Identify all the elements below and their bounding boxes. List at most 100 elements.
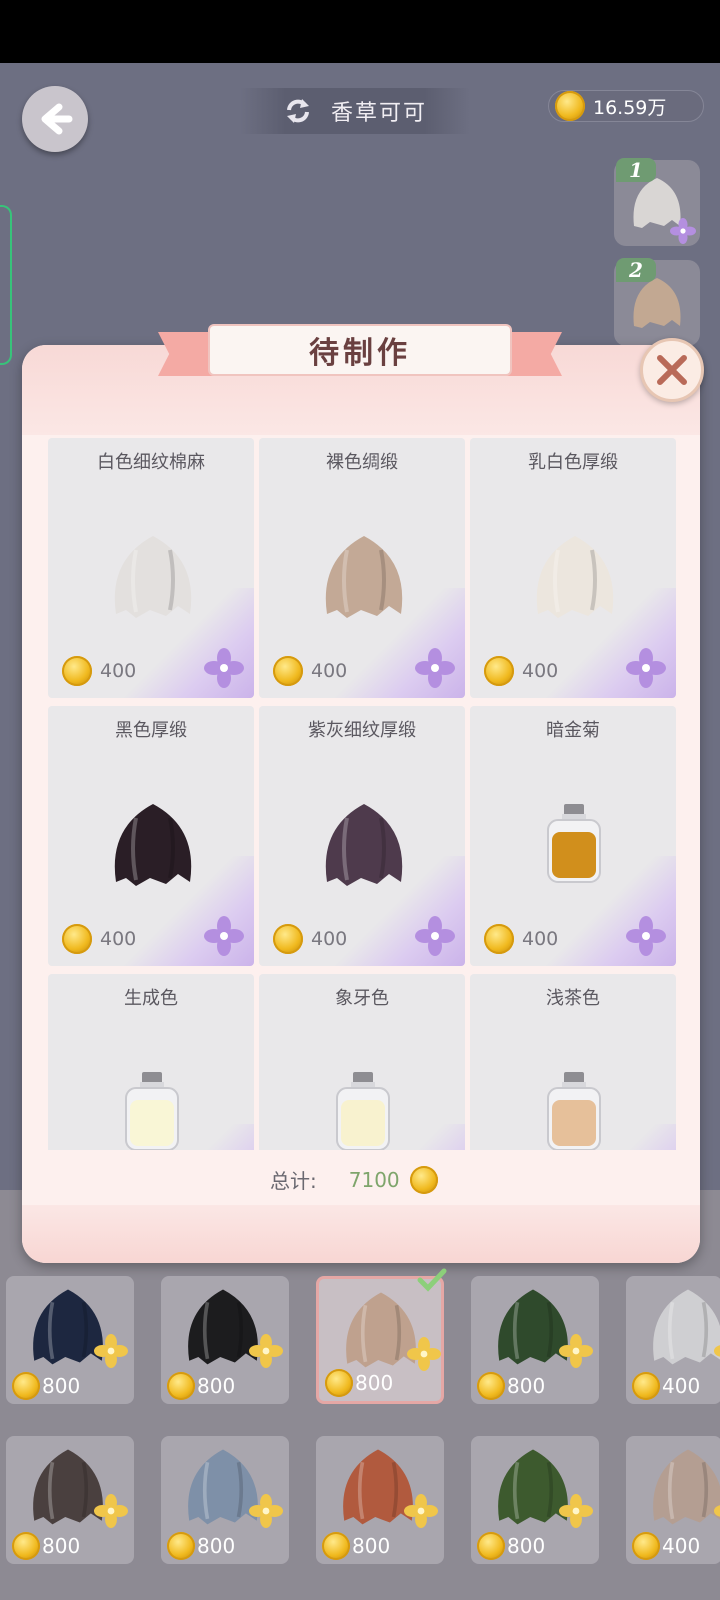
shop-price-value: 800 [197,1374,236,1398]
item-name: 裸色绸缎 [326,452,398,473]
shop-price-value: 800 [507,1534,546,1558]
item-price: 400 [273,924,347,954]
gold-flower-icon [407,1337,441,1371]
item-price: 400 [273,656,347,686]
queue-number-badge: 1 [616,158,656,182]
total-label: 总计: [270,1169,317,1193]
item-price-value: 400 [311,928,348,950]
item-card[interactable]: 暗金菊 400 [470,706,676,966]
side-tab[interactable] [0,205,12,365]
gold-coin-icon [273,656,303,686]
fabric-icon [106,798,200,890]
gold-coin-icon [484,924,514,954]
item-name: 乳白色厚缎 [528,452,618,473]
gold-coin-icon [12,1532,40,1560]
item-card[interactable]: 裸色绸缎 400 [259,438,465,698]
item-price-value: 400 [100,928,137,950]
shop-price-value: 800 [42,1374,81,1398]
item-card[interactable]: 乳白色厚缎 400 [470,438,676,698]
item-grid[interactable]: 白色细纹棉麻 400 裸色绸缎 400 乳白色厚缎 400 黑色厚缎 400 紫… [48,438,677,1150]
gold-coin-icon [273,924,303,954]
shop-price-value: 800 [197,1534,236,1558]
queue-slot-1[interactable]: 1 [614,158,700,246]
purple-flower-icon [670,218,696,244]
shop-price-value: 800 [42,1534,81,1558]
dye-bottle-icon [331,1070,395,1150]
purple-flower-icon [204,916,244,956]
item-price-value: 400 [522,928,559,950]
item-card[interactable]: 黑色厚缎 400 [48,706,254,966]
gold-coin-icon [555,91,585,121]
item-name: 生成色 [124,988,178,1009]
item-name: 紫灰细纹厚缎 [308,720,416,741]
gold-flower-icon [249,1494,283,1528]
fabric-icon [644,1284,720,1368]
back-arrow-icon [41,103,73,135]
fabric-icon [528,530,622,622]
shop-fabric-item[interactable]: 400 [626,1436,720,1564]
gold-flower-icon [94,1334,128,1368]
shop-price: 400 [632,1532,700,1560]
shop-price-value: 800 [352,1534,391,1558]
purple-flower-icon [415,648,455,688]
shop-fabric-item[interactable]: 800 [316,1268,447,1404]
purple-flower-icon [415,916,455,956]
fabric-icon [106,530,200,622]
item-name: 浅茶色 [546,988,600,1009]
shop-fabric-item[interactable]: 800 [6,1276,134,1404]
customer-name: 香草可可 [330,101,427,126]
item-card[interactable]: 生成色 [48,974,254,1150]
gold-coin-icon [322,1532,350,1560]
item-card[interactable]: 象牙色 [259,974,465,1150]
close-button[interactable] [640,338,704,402]
item-name: 白色细纹棉麻 [97,452,205,473]
gold-flower-icon [559,1494,593,1528]
back-button[interactable] [22,86,88,152]
shop-fabric-item[interactable]: 800 [471,1276,599,1404]
shop-price-value: 400 [662,1534,701,1558]
close-icon [657,355,687,385]
shop-fabric-item[interactable]: 800 [316,1436,444,1564]
item-card[interactable]: 浅茶色 [470,974,676,1150]
purple-flower-icon [204,648,244,688]
total-value: 7100 [348,1167,400,1192]
gold-flower-icon [714,1505,720,1517]
refresh-icon[interactable] [283,96,313,126]
shop-fabric-item[interactable]: 400 [626,1276,720,1404]
customer-title-bar[interactable]: 香草可可 [240,88,470,134]
gold-coin-icon [62,656,92,686]
item-price-value: 400 [522,660,559,682]
shop-price: 800 [325,1369,393,1397]
item-card[interactable]: 紫灰细纹厚缎 400 [259,706,465,966]
gold-flower-icon [249,1334,283,1368]
gold-coin-icon [477,1532,505,1560]
gold-coin-icon [325,1369,353,1397]
shop-fabric-item[interactable]: 800 [6,1436,134,1564]
item-name: 象牙色 [335,988,389,1009]
shop-price: 800 [12,1372,80,1400]
item-card[interactable]: 白色细纹棉麻 400 [48,438,254,698]
gold-flower-icon [559,1334,593,1368]
item-price: 400 [62,656,136,686]
gold-coin-icon [167,1372,195,1400]
gold-coin-icon [12,1372,40,1400]
shop-price: 800 [322,1532,390,1560]
gold-flower-icon [714,1345,720,1357]
dialog-title-ribbon: 待制作 [158,324,562,384]
shop-fabric-item[interactable]: 800 [471,1436,599,1564]
item-name: 暗金菊 [546,720,600,741]
gold-coin-icon [632,1532,660,1560]
shop-price: 800 [477,1532,545,1560]
queue-slot-2[interactable]: 2 [614,258,700,346]
item-price: 400 [484,656,558,686]
total-row: 总计: 7100 [270,1165,438,1194]
dye-bottle-icon [542,802,606,886]
item-price: 400 [62,924,136,954]
shop-price: 400 [632,1372,700,1400]
purple-flower-icon [626,648,666,688]
gold-coin-icon [477,1372,505,1400]
shop-fabric-item[interactable]: 800 [161,1276,289,1404]
check-icon [417,1268,447,1292]
item-price-value: 400 [100,660,137,682]
shop-fabric-item[interactable]: 800 [161,1436,289,1564]
